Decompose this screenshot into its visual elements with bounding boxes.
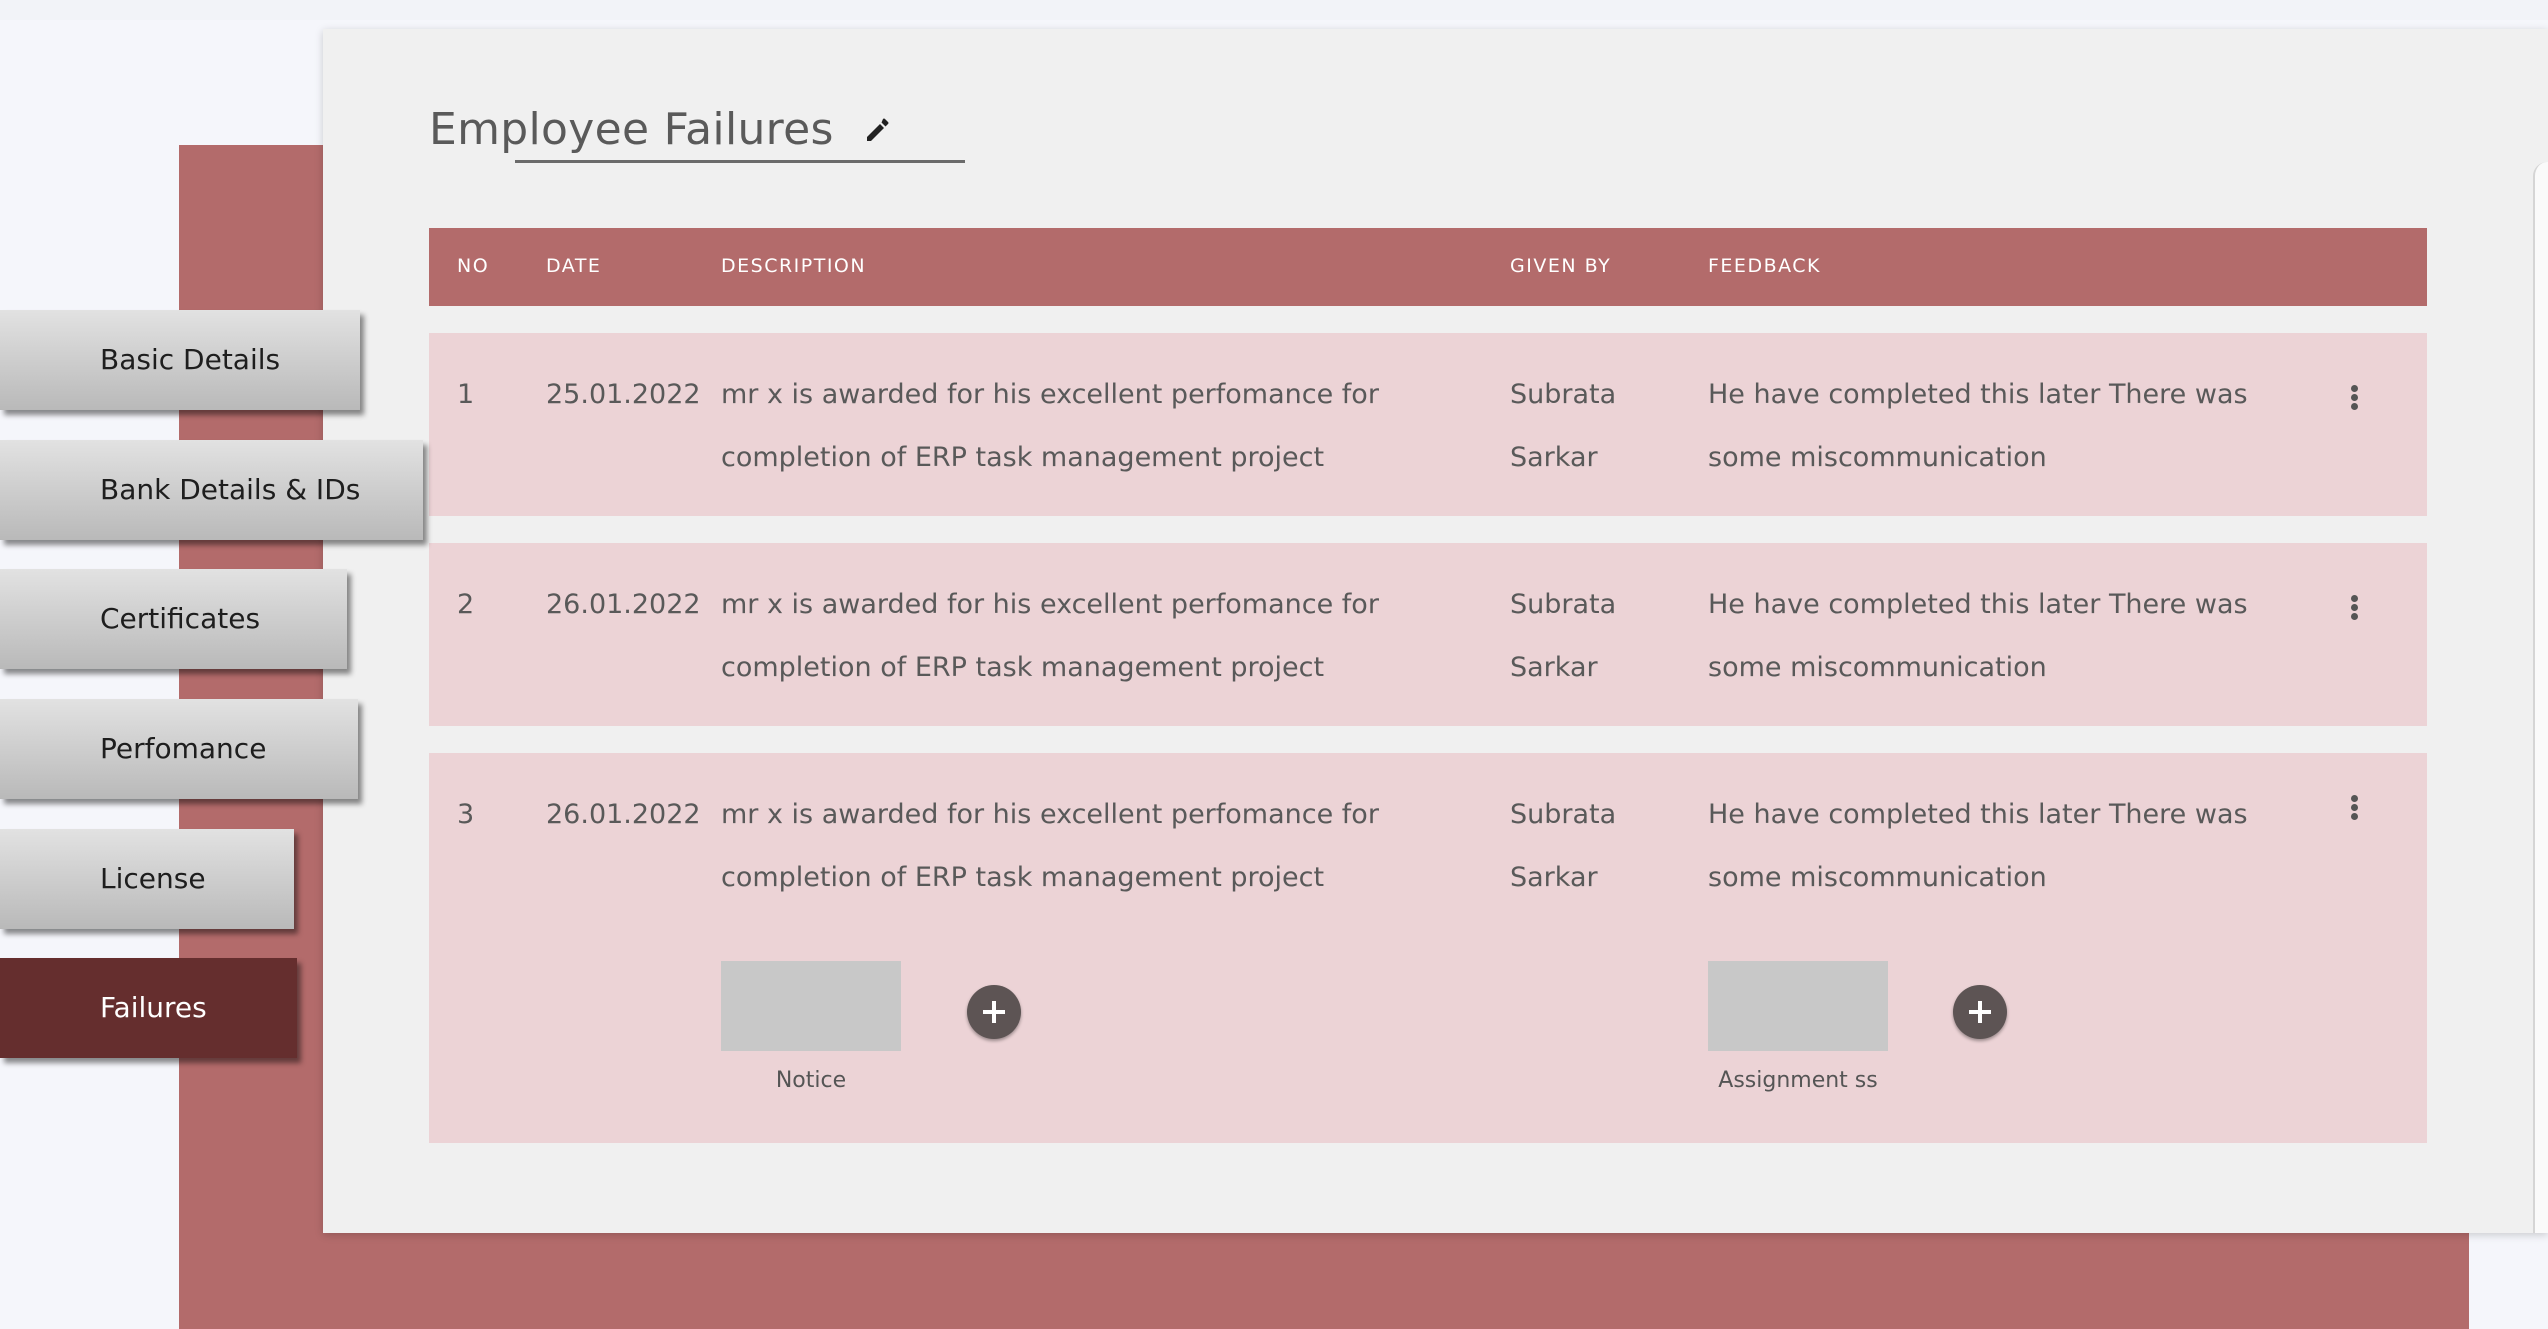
header-description: DESCRIPTION xyxy=(721,255,867,277)
tab-perfomance[interactable]: Perfomance xyxy=(0,699,358,799)
tab-label: Certificates xyxy=(100,602,261,635)
more-vertical-icon[interactable] xyxy=(2347,595,2361,625)
title-field: Employee Failures xyxy=(429,100,969,170)
cell-given-by: Subrata Sarkar xyxy=(1510,379,1617,473)
notice-label: Notice xyxy=(775,1068,847,1093)
assignment-label: Assignment ss xyxy=(1718,1068,1878,1093)
header-given-by: GIVEN BY xyxy=(1510,255,1612,277)
table-row: 2 26.01.2022 mr x is awarded for his exc… xyxy=(429,543,2427,726)
header-feedback: FEEDBACK xyxy=(1708,255,1821,277)
pencil-icon[interactable] xyxy=(861,114,893,146)
tab-label: Bank Details & IDs xyxy=(100,473,361,506)
cell-given-by: Subrata Sarkar xyxy=(1510,589,1617,683)
cell-date: 25.01.2022 xyxy=(546,379,701,410)
tab-label: License xyxy=(100,862,206,895)
cell-feedback: He have completed this later There was s… xyxy=(1708,589,2248,683)
header-no: NO xyxy=(457,255,490,277)
cell-no: 1 xyxy=(457,379,475,410)
more-vertical-icon[interactable] xyxy=(2347,385,2361,415)
tab-label: Failures xyxy=(100,991,207,1024)
tab-failures[interactable]: Failures xyxy=(0,958,297,1058)
tab-label: Basic Details xyxy=(100,343,281,376)
cell-feedback: He have completed this later There was s… xyxy=(1708,799,2248,893)
table-row: 1 25.01.2022 mr x is awarded for his exc… xyxy=(429,333,2427,516)
page-title: Employee Failures xyxy=(429,104,834,155)
cell-description: mr x is awarded for his excellent perfom… xyxy=(721,379,1379,473)
title-underline xyxy=(515,160,965,163)
table-row: 3 26.01.2022 mr x is awarded for his exc… xyxy=(429,753,2427,1143)
scrollbar[interactable] xyxy=(2533,162,2548,1233)
tab-basic-details[interactable]: Basic Details xyxy=(0,310,360,410)
tab-label: Perfomance xyxy=(100,732,267,765)
cell-description: mr x is awarded for his excellent perfom… xyxy=(721,799,1379,893)
cell-date: 26.01.2022 xyxy=(546,799,701,830)
add-assignment-button[interactable] xyxy=(1953,985,2007,1039)
cell-date: 26.01.2022 xyxy=(546,589,701,620)
cell-description: mr x is awarded for his excellent perfom… xyxy=(721,589,1379,683)
cell-feedback: He have completed this later There was s… xyxy=(1708,379,2248,473)
more-vertical-icon[interactable] xyxy=(2347,795,2361,825)
cell-given-by: Subrata Sarkar xyxy=(1510,799,1617,893)
top-strip xyxy=(0,0,2548,20)
tab-certificates[interactable]: Certificates xyxy=(0,569,347,669)
add-notice-button[interactable] xyxy=(967,985,1021,1039)
tab-bank-details[interactable]: Bank Details & IDs xyxy=(0,440,423,540)
table-header: NO DATE DESCRIPTION GIVEN BY FEEDBACK xyxy=(429,228,2427,306)
tab-license[interactable]: License xyxy=(0,829,294,929)
cell-no: 2 xyxy=(457,589,475,620)
header-date: DATE xyxy=(546,255,602,277)
assignment-thumbnail[interactable] xyxy=(1708,961,1888,1051)
notice-thumbnail[interactable] xyxy=(721,961,901,1051)
cell-no: 3 xyxy=(457,799,475,830)
